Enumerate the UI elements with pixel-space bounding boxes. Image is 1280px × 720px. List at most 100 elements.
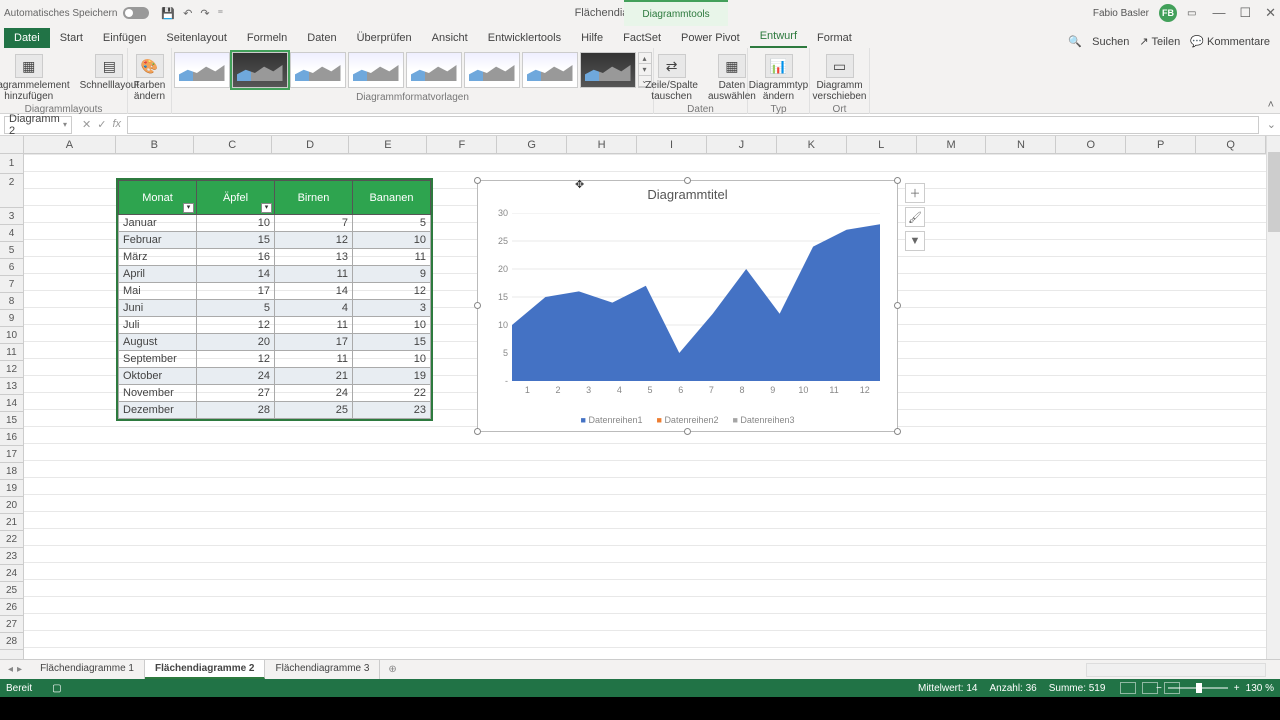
sheet-nav-next-icon[interactable]: ▸ — [17, 664, 22, 675]
sheet-tab[interactable]: Flächendiagramme 2 — [145, 660, 265, 679]
context-tab-diagrammtools[interactable]: Diagrammtools — [624, 0, 728, 26]
column-header[interactable]: L — [847, 136, 917, 153]
chart-style-6[interactable] — [464, 52, 520, 88]
ribbon-display-icon[interactable]: ▭ — [1187, 8, 1196, 19]
sheet-nav-prev-icon[interactable]: ◂ — [8, 664, 13, 675]
chart-object[interactable]: ✥ Diagrammtitel -51015202530 12345678910… — [477, 180, 898, 432]
column-header[interactable]: K — [777, 136, 847, 153]
search-label[interactable]: Suchen — [1092, 36, 1129, 48]
minimize-icon[interactable]: — — [1212, 5, 1225, 21]
tab-hilfe[interactable]: Hilfe — [571, 28, 613, 48]
chart-plot-area[interactable] — [512, 213, 880, 381]
chart-style-3[interactable] — [290, 52, 346, 88]
row-header[interactable]: 3 — [0, 208, 23, 225]
column-header[interactable]: H — [567, 136, 637, 153]
chart-elements-button[interactable]: ＋ — [905, 183, 925, 203]
resize-handle[interactable] — [474, 302, 481, 309]
row-header[interactable]: 11 — [0, 344, 23, 361]
worksheet-grid[interactable]: ABCDEFGHIJKLMNOPQ 1234567891011121314151… — [0, 136, 1280, 659]
row-header[interactable]: 10 — [0, 327, 23, 344]
tab-factset[interactable]: FactSet — [613, 28, 671, 48]
tab-ansicht[interactable]: Ansicht — [422, 28, 478, 48]
legend-item[interactable]: Datenreihen3 — [732, 415, 794, 425]
row-header[interactable]: 4 — [0, 225, 23, 242]
select-all-corner[interactable] — [0, 136, 24, 154]
row-header[interactable]: 26 — [0, 599, 23, 616]
row-header[interactable]: 13 — [0, 378, 23, 395]
switch-row-column-button[interactable]: ⇄Zeile/Spalte tauschen — [641, 52, 702, 104]
table-row[interactable]: Oktober242119 — [119, 368, 431, 385]
user-name[interactable]: Fabio Basler — [1093, 8, 1149, 19]
tab-daten[interactable]: Daten — [297, 28, 346, 48]
legend-item[interactable]: Datenreihen2 — [657, 415, 719, 425]
row-header[interactable]: 22 — [0, 531, 23, 548]
collapse-ribbon-icon[interactable]: ˄ — [1268, 99, 1274, 111]
chart-style-7[interactable] — [522, 52, 578, 88]
chart-style-1[interactable] — [174, 52, 230, 88]
sheet-tab[interactable]: Flächendiagramme 1 — [30, 660, 145, 679]
table-row[interactable]: Juni543 — [119, 300, 431, 317]
resize-handle[interactable] — [684, 177, 691, 184]
zoom-in-icon[interactable]: + — [1234, 683, 1240, 694]
tab-überprüfen[interactable]: Überprüfen — [347, 28, 422, 48]
row-header[interactable]: 23 — [0, 548, 23, 565]
autosave-toggle[interactable]: Automatisches Speichern — [4, 7, 149, 19]
column-header[interactable]: G — [497, 136, 567, 153]
row-header[interactable]: 9 — [0, 310, 23, 327]
add-sheet-button[interactable]: ⊕ — [380, 661, 404, 678]
tab-power pivot[interactable]: Power Pivot — [671, 28, 750, 48]
share-button[interactable]: ↗ Teilen — [1139, 35, 1180, 48]
enter-icon[interactable]: ✓ — [97, 118, 106, 131]
chart-style-2[interactable] — [232, 52, 288, 88]
row-header[interactable]: 20 — [0, 497, 23, 514]
column-header[interactable]: E — [349, 136, 427, 153]
row-header[interactable]: 5 — [0, 242, 23, 259]
row-header[interactable]: 1 — [0, 154, 23, 174]
column-header[interactable]: C — [194, 136, 272, 153]
chart-filter-button[interactable]: ▼ — [905, 231, 925, 251]
tab-format[interactable]: Format — [807, 28, 862, 48]
row-header[interactable]: 8 — [0, 293, 23, 310]
vertical-scrollbar[interactable] — [1266, 136, 1280, 659]
sheet-tab[interactable]: Flächendiagramme 3 — [265, 660, 380, 679]
chart-style-8[interactable] — [580, 52, 636, 88]
table-row[interactable]: September121110 — [119, 351, 431, 368]
resize-handle[interactable] — [894, 302, 901, 309]
row-header[interactable]: 21 — [0, 514, 23, 531]
chart-style-5[interactable] — [406, 52, 462, 88]
change-colors-button[interactable]: 🎨Farben ändern — [130, 52, 170, 104]
row-header[interactable]: 2 — [0, 174, 23, 208]
status-aggregates[interactable]: Mittelwert: 14 Anzahl: 36 Summe: 519 — [918, 683, 1105, 694]
table-row[interactable]: Dezember282523 — [119, 402, 431, 419]
macro-record-icon[interactable]: ▢ — [52, 683, 61, 694]
chart-style-4[interactable] — [348, 52, 404, 88]
column-header[interactable]: A — [24, 136, 116, 153]
row-header[interactable]: 19 — [0, 480, 23, 497]
column-header[interactable]: P — [1126, 136, 1196, 153]
resize-handle[interactable] — [894, 428, 901, 435]
data-table[interactable]: Monat▾Äpfel▾BirnenBananenJanuar1075Febru… — [117, 179, 432, 420]
zoom-out-icon[interactable]: − — [1156, 683, 1162, 694]
tab-formeln[interactable]: Formeln — [237, 28, 297, 48]
tab-entwicklertools[interactable]: Entwicklertools — [478, 28, 571, 48]
table-row[interactable]: August201715 — [119, 334, 431, 351]
table-header[interactable]: Birnen — [275, 181, 353, 215]
toggle-off-icon[interactable] — [123, 7, 149, 19]
table-header[interactable]: Bananen — [353, 181, 431, 215]
row-header[interactable]: 25 — [0, 582, 23, 599]
chart-title[interactable]: Diagrammtitel — [478, 181, 897, 204]
avatar[interactable]: FB — [1159, 4, 1177, 22]
search-icon[interactable]: 🔍 — [1068, 35, 1082, 48]
expand-formula-icon[interactable]: ⌄ — [1263, 118, 1280, 131]
filter-icon[interactable]: ▾ — [261, 203, 272, 213]
tab-entwurf[interactable]: Entwurf — [750, 26, 807, 48]
table-header[interactable]: Monat▾ — [119, 181, 197, 215]
column-header[interactable]: Q — [1196, 136, 1266, 153]
resize-handle[interactable] — [474, 177, 481, 184]
column-header[interactable]: I — [637, 136, 707, 153]
table-row[interactable]: April14119 — [119, 266, 431, 283]
resize-handle[interactable] — [894, 177, 901, 184]
redo-icon[interactable]: ↷ — [200, 7, 209, 20]
column-header[interactable]: J — [707, 136, 777, 153]
legend-item[interactable]: Datenreihen1 — [581, 415, 643, 425]
